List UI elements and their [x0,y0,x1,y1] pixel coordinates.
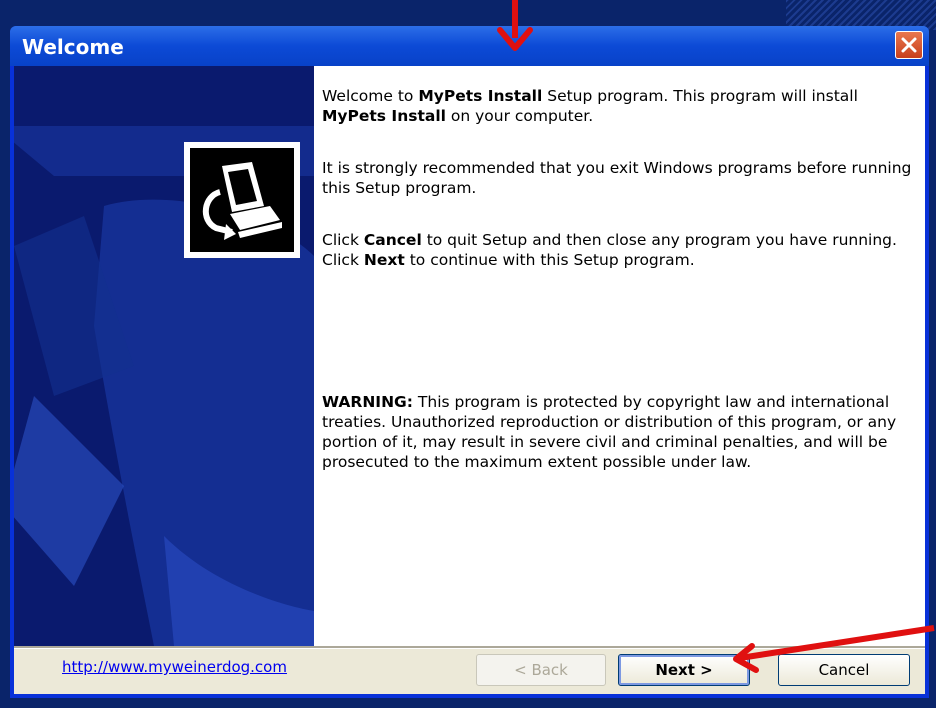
recommendation-paragraph: It is strongly recommended that you exit… [322,159,912,197]
website-link[interactable]: http://www.myweinerdog.com [62,658,287,676]
close-icon [901,37,917,53]
intro-paragraph: Welcome to MyPets Install Setup program.… [322,87,858,125]
dialog-client-area: Welcome to MyPets Install Setup program.… [14,66,925,694]
footer-divider [14,646,925,649]
desktop-background: Welcome Welcome to MyPets Install Setup … [0,0,936,708]
warning-paragraph: WARNING: This program is protected by co… [322,393,897,471]
close-button[interactable] [895,31,923,59]
next-button-label: Next > [655,661,713,679]
setup-window: Welcome Welcome to MyPets Install Setup … [10,26,929,698]
title-bar[interactable]: Welcome [10,26,929,66]
next-button[interactable]: Next > [618,654,750,686]
window-title: Welcome [22,35,124,59]
back-button[interactable]: < Back [476,654,606,686]
cancel-button[interactable]: Cancel [778,654,910,686]
instructions-paragraph: Click Cancel to quit Setup and then clos… [322,231,897,269]
setup-computer-icon [184,142,300,258]
welcome-content: Welcome to MyPets Install Setup program.… [314,66,925,646]
side-banner [14,66,314,646]
